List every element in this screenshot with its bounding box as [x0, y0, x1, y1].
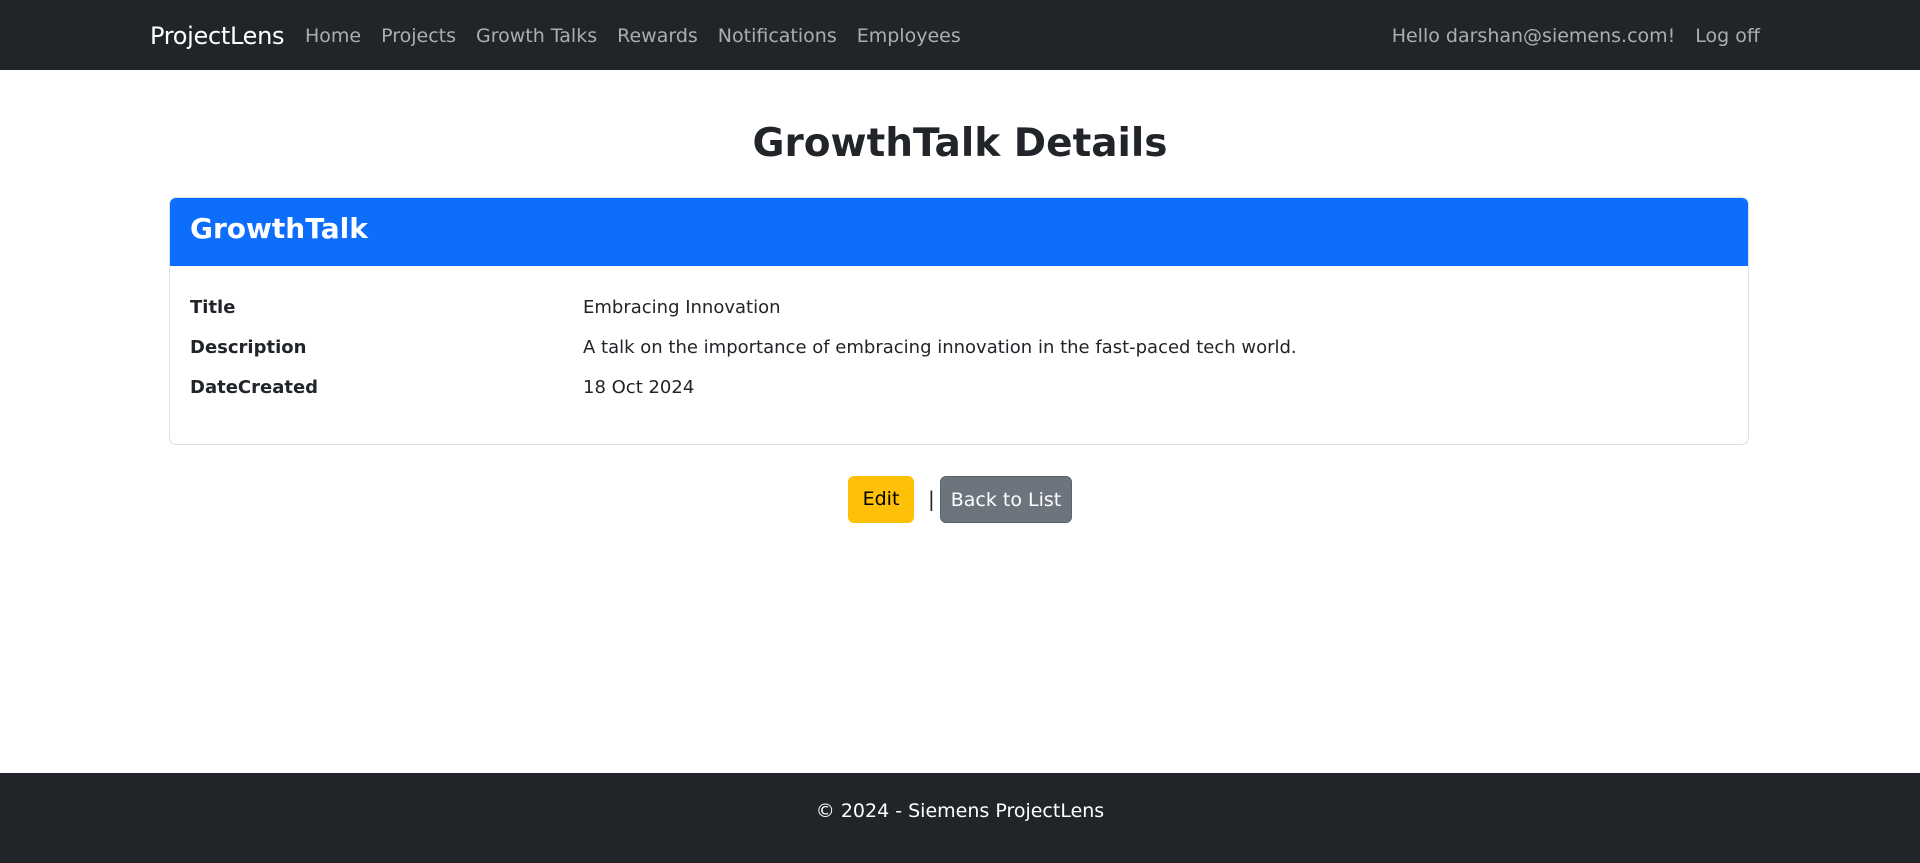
nav-link-projects[interactable]: Projects: [381, 22, 456, 50]
action-bar: Edit | Back to List: [0, 476, 1920, 523]
nav-links: Home Projects Growth Talks Rewards Notif…: [305, 22, 961, 50]
top-navbar: ProjectLens Home Projects Growth Talks R…: [0, 0, 1920, 70]
footer-copyright: © 2024 - Siemens ProjectLens: [815, 800, 1105, 822]
detail-value: Embracing Innovation: [583, 297, 781, 318]
detail-row-title: Title Embracing Innovation: [170, 288, 1748, 328]
detail-row-description: Description A talk on the importance of …: [170, 328, 1748, 368]
nav-link-notifications[interactable]: Notifications: [718, 22, 837, 50]
details-card: GrowthTalk Title Embracing Innovation De…: [169, 197, 1749, 445]
card-body: Title Embracing Innovation Description A…: [170, 266, 1748, 408]
nav-link-home[interactable]: Home: [305, 22, 361, 50]
back-to-list-button[interactable]: Back to List: [940, 476, 1072, 523]
action-separator: |: [928, 487, 935, 511]
detail-label: DateCreated: [190, 377, 319, 398]
nav-link-employees[interactable]: Employees: [857, 22, 961, 50]
nav-user-area: Hello darshan@siemens.com! Log off: [1392, 22, 1760, 50]
page-title: GrowthTalk Details: [752, 121, 1168, 166]
card-header: GrowthTalk: [170, 198, 1748, 266]
detail-label: Title: [190, 297, 236, 318]
detail-value: A talk on the importance of embracing in…: [583, 337, 1297, 358]
nav-link-growth-talks[interactable]: Growth Talks: [476, 22, 597, 50]
detail-row-date-created: DateCreated 18 Oct 2024: [170, 368, 1748, 408]
nav-link-rewards[interactable]: Rewards: [617, 22, 698, 50]
edit-button[interactable]: Edit: [848, 476, 914, 523]
user-greeting-link[interactable]: Hello darshan@siemens.com!: [1392, 22, 1676, 50]
detail-label: Description: [190, 337, 307, 358]
logoff-link[interactable]: Log off: [1695, 22, 1760, 50]
page-footer: © 2024 - Siemens ProjectLens: [0, 773, 1920, 863]
detail-value: 18 Oct 2024: [583, 377, 695, 398]
brand-link[interactable]: ProjectLens: [150, 20, 285, 52]
